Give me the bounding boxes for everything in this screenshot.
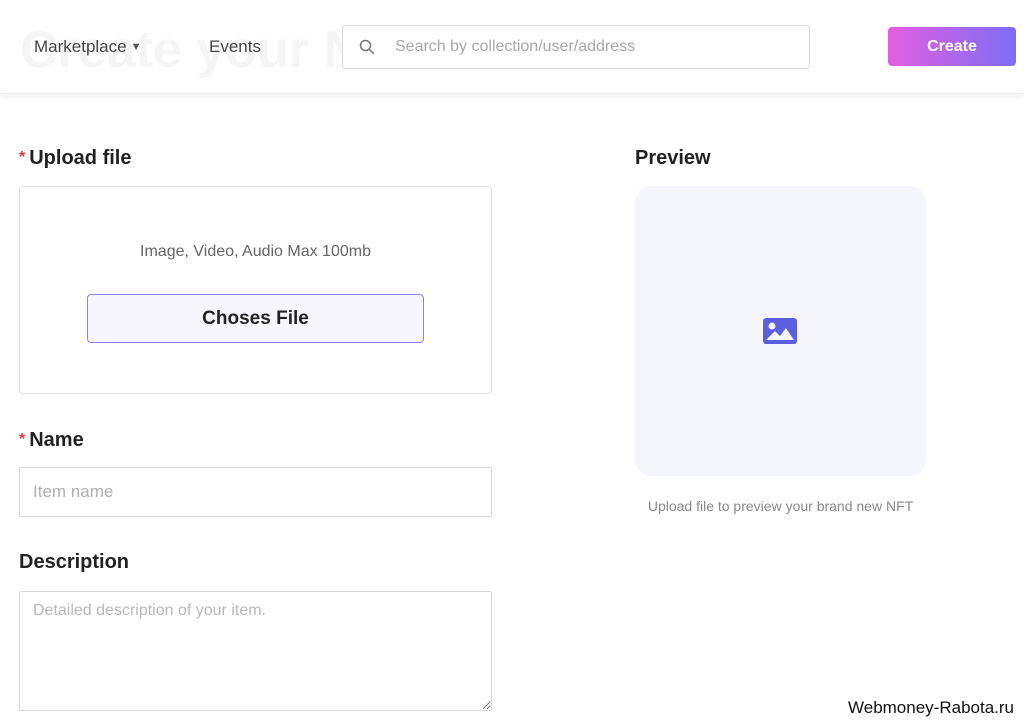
required-asterisk: * [19, 431, 26, 448]
nav-marketplace-label: Marketplace [34, 37, 127, 56]
upload-file-label: * Upload file [19, 147, 131, 170]
name-label-text: Name [29, 429, 84, 451]
upload-file-label-text: Upload file [29, 147, 132, 169]
create-button[interactable]: Create [888, 27, 1016, 66]
search-icon [359, 39, 375, 55]
caret-down-icon: ▼ [130, 41, 142, 53]
nav-events[interactable]: Events [209, 37, 261, 57]
preview-caption: Upload file to preview your brand new NF… [647, 498, 914, 514]
image-icon [763, 318, 797, 344]
upload-dropzone[interactable]: Image, Video, Audio Max 100mb Choses Fil… [19, 186, 492, 394]
top-header: Create your NFT Marketplace▼ Events Crea… [0, 0, 1024, 94]
description-label: Description [19, 551, 130, 573]
required-asterisk: * [19, 149, 26, 166]
item-name-input[interactable] [19, 467, 492, 517]
choose-file-button[interactable]: Choses File [87, 294, 424, 343]
description-textarea[interactable] [19, 591, 492, 711]
upload-hint: Image, Video, Audio Max 100mb [140, 243, 371, 260]
preview-label: Preview [635, 147, 711, 169]
name-label: * Name [19, 429, 84, 452]
watermark: Webmoney-Rabota.ru [848, 698, 1014, 717]
nav-marketplace[interactable]: Marketplace ▼ [34, 37, 142, 57]
search-input[interactable] [395, 26, 795, 68]
search-box[interactable] [342, 25, 810, 69]
preview-area [635, 186, 926, 476]
